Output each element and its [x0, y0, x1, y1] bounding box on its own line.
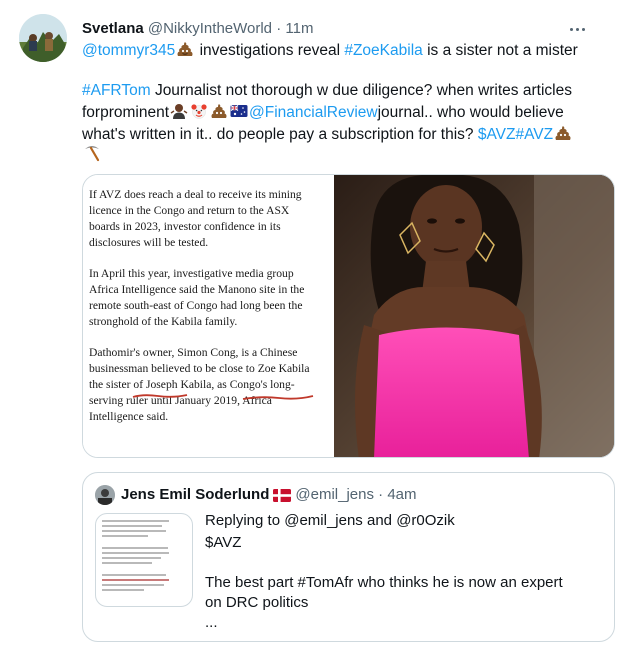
tweet-time[interactable]: 11m: [285, 20, 313, 37]
flag-denmark-icon: [273, 488, 292, 502]
avatar[interactable]: [19, 14, 67, 62]
photo-image: [334, 175, 614, 457]
tweet-media[interactable]: If AVZ does reach a deal to receive its …: [82, 174, 615, 458]
text-span: investigations reveal: [199, 42, 341, 59]
display-name[interactable]: Svetlana: [82, 20, 144, 37]
tweet-text-line-1: @tommyr345 investigations reveal #ZoeKab…: [82, 40, 578, 62]
pile-of-poo-icon: [555, 126, 571, 140]
quoted-handle[interactable]: @emil_jens: [295, 485, 374, 505]
tweet-header: Svetlana @NikkyIntheWorld · 11m: [82, 18, 313, 40]
hashtag-link[interactable]: #ZoeKabila: [344, 42, 422, 59]
tweet-text-line-3: forprominent @FinancialReviewjournal.. wh…: [82, 102, 564, 124]
pile-of-poo-icon: [177, 42, 193, 56]
text-span: is a sister not a mister: [427, 42, 578, 59]
quoted-tweet-header: Jens Emil Soderlund @emil_jens · 4am: [95, 485, 417, 505]
quoted-time[interactable]: 4am: [387, 485, 416, 505]
replying-prefix: Replying to: [205, 512, 281, 529]
pile-of-poo-icon: [211, 104, 227, 118]
quoted-tweet[interactable]: Jens Emil Soderlund @emil_jens · 4am Rep…: [82, 472, 615, 642]
quoted-display-name[interactable]: Jens Emil Soderlund: [121, 485, 269, 505]
separator-dot: ·: [378, 486, 384, 503]
tweet-text-line-5: [82, 144, 102, 166]
flag-australia-icon: [230, 105, 248, 117]
replying-to: Replying to @emil_jens and @r0Ozik: [205, 511, 455, 531]
user-handle[interactable]: @NikkyIntheWorld: [148, 20, 272, 37]
text-span: Journalist not thorough w due diligence?…: [154, 82, 572, 99]
quoted-media-thumbnail[interactable]: [95, 513, 193, 607]
text-span: journal.. who would believe: [377, 104, 564, 121]
red-underline-annotations: [132, 394, 314, 400]
pick-icon: [85, 146, 100, 162]
hashtag-link[interactable]: #AFRTom: [82, 82, 151, 99]
tweet-text-line-4: what's written in it.. do people pay a s…: [82, 124, 573, 146]
replying-user-link[interactable]: @r0Ozik: [396, 512, 455, 529]
text-span: forprominent: [82, 104, 170, 121]
hashtag-link[interactable]: #AVZ: [515, 126, 553, 143]
mention-link[interactable]: @tommyr345: [82, 42, 175, 59]
tweet[interactable]: Svetlana @NikkyIntheWorld · 11m @tommyr3…: [0, 0, 633, 651]
quoted-avatar[interactable]: [95, 485, 115, 505]
separator-dot: ·: [276, 20, 282, 37]
clown-face-icon: [191, 104, 207, 119]
person-shrugging-icon: [170, 104, 188, 119]
replying-and: and: [366, 512, 393, 529]
quoted-text-line-4: ...: [205, 614, 218, 631]
quoted-text-line-1: $AVZ: [205, 534, 242, 551]
article-screenshot: If AVZ does reach a deal to receive its …: [83, 175, 335, 457]
replying-user-link[interactable]: @emil_jens: [284, 512, 363, 529]
quoted-text-line-2: The best part #TomAfr who thinks he is n…: [205, 574, 563, 591]
tweet-text-line-2: #AFRTom Journalist not thorough w due di…: [82, 80, 572, 102]
cashtag-link[interactable]: $AVZ: [478, 126, 516, 143]
text-span: what's written in it.. do people pay a s…: [82, 126, 474, 143]
quoted-text-line-3: on DRC politics: [205, 594, 309, 611]
mention-link[interactable]: @FinancialReview: [249, 104, 378, 121]
